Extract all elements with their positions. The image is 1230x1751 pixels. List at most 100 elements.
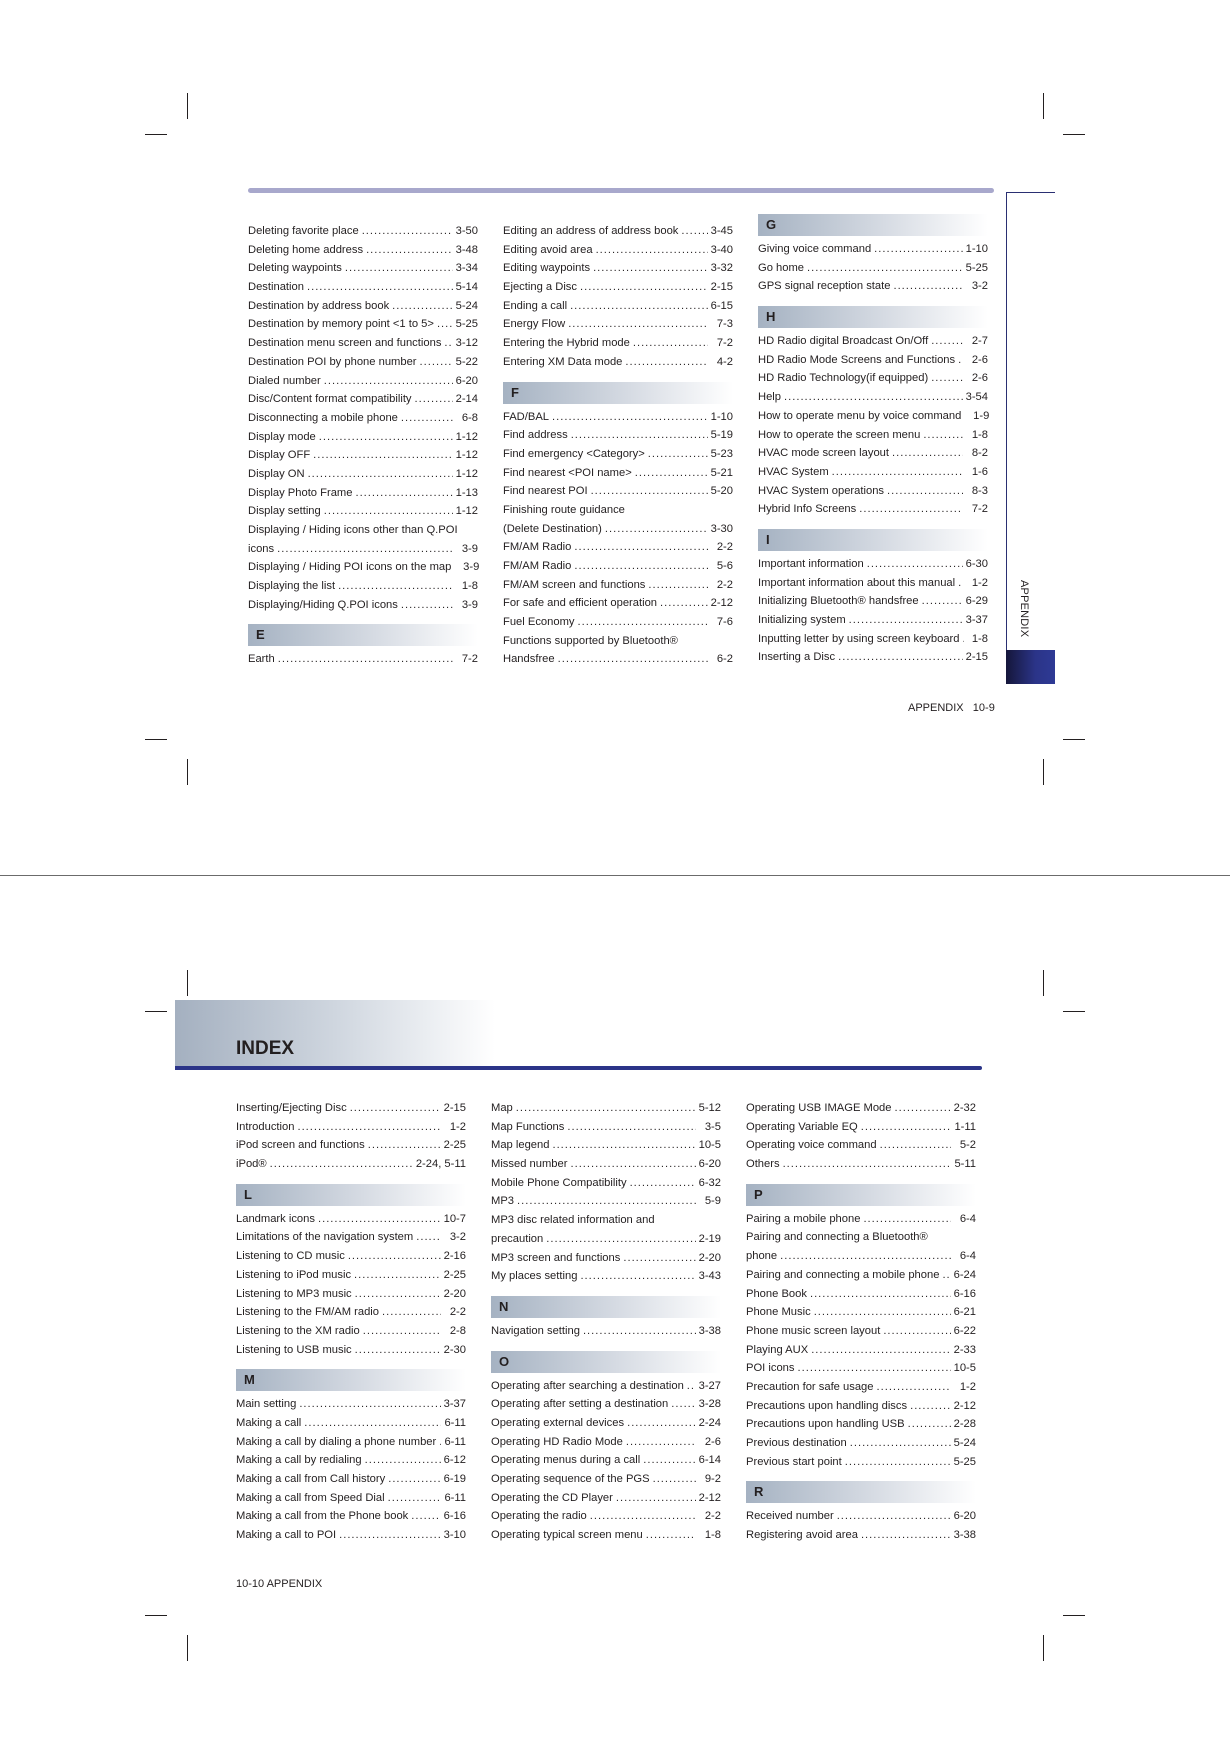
index-entry: Display setting 1-12 xyxy=(248,502,478,521)
index-entry: Find address 5-19 xyxy=(503,426,733,445)
entry-term: Display setting xyxy=(248,505,321,518)
entry-page-ref: 1-10 xyxy=(710,410,733,423)
dot-leader xyxy=(401,596,453,615)
entry-page-ref: 2-15 xyxy=(965,651,988,664)
entry-page-ref: 7-3 xyxy=(716,318,733,331)
entry-page-ref: 2-7 xyxy=(971,335,988,348)
entry-term: Editing waypoints xyxy=(503,262,591,275)
entry-term: (Delete Destination) xyxy=(503,522,602,535)
crop-mark xyxy=(145,739,167,740)
index-entry: Display ON 1-12 xyxy=(248,465,478,484)
index-entry: Display mode 1-12 xyxy=(248,428,478,447)
entry-term: Functions supported by Bluetooth® xyxy=(503,634,678,647)
dot-leader xyxy=(590,1507,696,1526)
index-entry: Others 5-11 xyxy=(746,1155,976,1174)
entry-page-ref: 3-27 xyxy=(698,1379,721,1392)
entry-page-ref: 3-28 xyxy=(698,1398,721,1411)
dot-leader xyxy=(354,1266,441,1285)
header-rule xyxy=(248,188,994,193)
dot-leader xyxy=(388,1470,440,1489)
entry-term: Operating the radio xyxy=(491,1510,587,1523)
index-column: Editing an address of address book3-45Ed… xyxy=(503,222,733,669)
index-entry: Operating USB IMAGE Mode 2-32 xyxy=(746,1099,976,1118)
index-entry: Handsfree 6-2 xyxy=(503,650,733,669)
index-entry: Registering avoid area 3-38 xyxy=(746,1526,976,1545)
index-entry: HD Radio Technology(if equipped) 2-6 xyxy=(758,369,988,388)
entry-page-ref: 1-10 xyxy=(965,243,988,255)
dot-leader xyxy=(671,1395,695,1414)
entry-page-ref: 2-20 xyxy=(443,1287,466,1300)
index-entry: Playing AUX 2-33 xyxy=(746,1341,976,1360)
entry-page-ref: 6-24 xyxy=(953,1268,976,1281)
entry-page-ref: 5-2 xyxy=(959,1139,976,1152)
entry-page-ref: 2-12 xyxy=(953,1399,976,1412)
index-entry: Introduction 1-2 xyxy=(236,1118,466,1137)
index-entry: Hybrid Info Screens 7-2 xyxy=(758,500,988,519)
entry-page-ref: 2-14 xyxy=(455,393,478,406)
entry-page-ref: 3-38 xyxy=(953,1529,976,1542)
dot-leader xyxy=(784,388,963,407)
entry-term: Go home xyxy=(758,261,805,274)
entry-page-ref: 6-29 xyxy=(965,595,988,608)
entry-page-ref: 3-5 xyxy=(704,1120,721,1133)
entry-page-ref: 6-2 xyxy=(716,653,733,666)
section-tab-label: APPENDIX xyxy=(1018,580,1030,638)
dot-leader xyxy=(625,353,708,372)
entry-term: Help xyxy=(758,391,782,404)
entry-page-ref: 3-10 xyxy=(443,1529,466,1542)
dot-leader xyxy=(867,555,963,574)
entry-term: FM/AM screen and functions xyxy=(503,578,646,591)
entry-term: Phone Music xyxy=(746,1306,811,1319)
section-letter-header: F xyxy=(503,381,733,404)
index-entry: iPod screen and functions 2-25 xyxy=(236,1136,466,1155)
index-entry: Mobile Phone Compatibility 6-32 xyxy=(491,1174,721,1193)
page-footer: APPENDIX 10-9 xyxy=(908,702,995,714)
dot-leader xyxy=(570,297,708,316)
entry-page-ref: 7-6 xyxy=(716,616,733,629)
entry-page-ref: 6-21 xyxy=(953,1306,976,1319)
dot-leader xyxy=(552,1136,695,1155)
entry-page-ref: 5-23 xyxy=(710,447,733,460)
entry-term: Fuel Economy xyxy=(503,616,575,629)
dot-leader xyxy=(568,315,708,334)
entry-term: Limitations of the navigation system xyxy=(236,1231,414,1244)
entry-page-ref: 3-32 xyxy=(710,262,733,275)
index-entry: Destination by memory point <1 to 5> 5-25 xyxy=(248,315,478,334)
dot-leader xyxy=(837,1507,951,1526)
section-letter-header: L xyxy=(236,1183,466,1206)
index-entry: Editing avoid area 3-40 xyxy=(503,241,733,260)
index-entry: Display OFF 1-12 xyxy=(248,446,478,465)
dot-leader xyxy=(780,1247,951,1266)
dot-leader xyxy=(596,241,708,260)
entry-term: Deleting home address xyxy=(248,243,364,256)
entry-term: Operating sequence of the PGS xyxy=(491,1473,650,1485)
dot-leader xyxy=(593,259,708,278)
entry-page-ref: 6-12 xyxy=(443,1454,466,1467)
entry-term: Previous destination xyxy=(746,1437,847,1449)
entry-term: Making a call from the Phone book xyxy=(236,1510,409,1523)
entry-page-ref: 3-50 xyxy=(455,225,478,237)
index-entry: Initializing Bluetooth® handsfree 6-29 xyxy=(758,592,988,611)
entry-page-ref: 5-25 xyxy=(455,318,478,331)
entry-term: phone xyxy=(746,1250,778,1263)
index-entry: Destination 5-14 xyxy=(248,278,478,297)
entry-page-ref: 2-2 xyxy=(449,1306,466,1319)
index-entry: Pairing and connecting a mobile phone 6-2… xyxy=(746,1266,976,1285)
entry-term: Operating USB IMAGE Mode xyxy=(746,1102,892,1114)
entry-page-ref: 2-2 xyxy=(716,541,733,554)
dot-leader xyxy=(616,1489,696,1508)
entry-page-ref: 3-43 xyxy=(698,1270,721,1283)
entry-term: Destination xyxy=(248,281,304,294)
dot-leader xyxy=(635,464,708,483)
entry-page-ref: 2-6 xyxy=(971,353,988,366)
index-entry: Making a call 6-11 xyxy=(236,1414,466,1433)
entry-page-ref: 1-11 xyxy=(954,1120,976,1133)
entry-page-ref: 2-33 xyxy=(953,1343,976,1356)
dot-leader xyxy=(313,446,452,465)
entry-page-ref: 6-16 xyxy=(443,1510,466,1523)
crop-mark xyxy=(145,1615,167,1616)
dot-leader xyxy=(627,1414,696,1433)
section-letter-header: N xyxy=(491,1295,721,1318)
dot-leader xyxy=(401,409,453,428)
dot-leader xyxy=(877,1378,952,1397)
